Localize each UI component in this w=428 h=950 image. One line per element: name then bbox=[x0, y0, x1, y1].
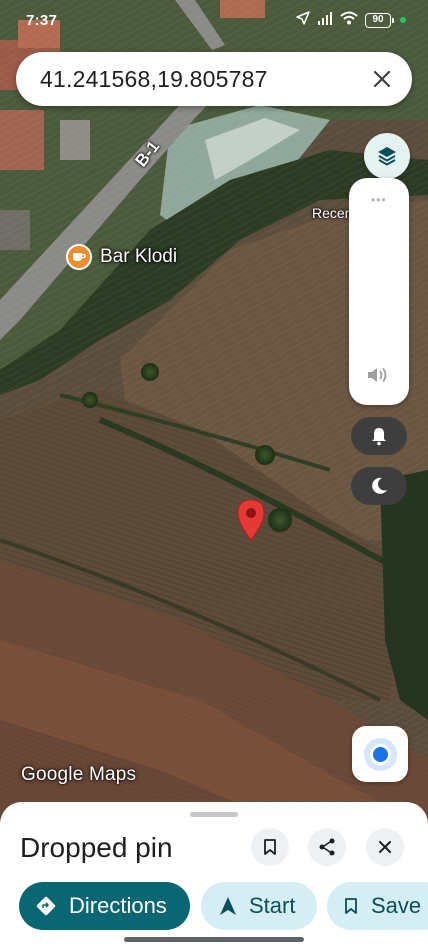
search-bar[interactable]: 41.241568,19.805787 bbox=[16, 52, 412, 106]
location-arrow-icon bbox=[296, 11, 310, 29]
ringer-button[interactable] bbox=[351, 417, 407, 455]
layers-icon bbox=[378, 147, 396, 166]
dropped-pin-marker[interactable] bbox=[236, 498, 266, 547]
save-label: Save bbox=[371, 893, 422, 918]
my-location-button[interactable] bbox=[352, 726, 408, 782]
logo-google-text: Google bbox=[21, 764, 84, 785]
volume-slider[interactable]: ••• bbox=[349, 178, 409, 405]
location-dot-icon bbox=[369, 743, 391, 765]
directions-label: Directions bbox=[69, 893, 167, 918]
bookmark-icon bbox=[264, 839, 276, 855]
navigation-arrow-icon bbox=[219, 896, 237, 916]
layers-button[interactable] bbox=[364, 133, 410, 179]
poi-label: Bar Klodi bbox=[100, 246, 178, 267]
close-icon bbox=[379, 841, 391, 853]
share-icon bbox=[319, 838, 335, 856]
screen: 7:37 90 41.241568,19.805787 B-1 Bar Klod… bbox=[0, 0, 428, 950]
bookmark-icon bbox=[343, 897, 359, 915]
speaker-icon bbox=[366, 365, 390, 390]
directions-icon bbox=[35, 895, 57, 917]
cafe-icon bbox=[66, 244, 92, 270]
do-not-disturb-button[interactable] bbox=[351, 467, 407, 505]
search-input[interactable]: 41.241568,19.805787 bbox=[40, 66, 360, 93]
battery-icon: 90 bbox=[365, 12, 394, 28]
close-icon bbox=[373, 70, 391, 88]
start-button[interactable]: Start bbox=[201, 882, 317, 930]
volume-menu-handle[interactable]: ••• bbox=[371, 193, 387, 207]
directions-button[interactable]: Directions bbox=[19, 882, 190, 930]
status-bar: 7:37 90 bbox=[0, 0, 428, 44]
clear-search-button[interactable] bbox=[360, 57, 404, 101]
save-button[interactable]: Save bbox=[327, 882, 428, 930]
signal-icon bbox=[317, 11, 333, 29]
logo-maps-text: Maps bbox=[88, 764, 137, 785]
save-icon-button[interactable] bbox=[251, 828, 289, 866]
google-maps-logo: Google Maps bbox=[21, 764, 136, 786]
moon-icon bbox=[372, 477, 387, 494]
sheet-drag-handle[interactable] bbox=[190, 812, 238, 817]
charging-dot-icon bbox=[400, 17, 406, 23]
sheet-title: Dropped pin bbox=[20, 832, 173, 863]
gesture-nav-bar[interactable] bbox=[124, 937, 304, 942]
close-sheet-button[interactable] bbox=[366, 828, 404, 866]
map-pin-icon bbox=[237, 499, 265, 541]
wifi-icon bbox=[340, 11, 358, 29]
bell-icon bbox=[372, 428, 386, 446]
start-label: Start bbox=[249, 893, 296, 918]
share-button[interactable] bbox=[308, 828, 346, 866]
place-bottom-sheet[interactable]: Dropped pin Directions Start Save bbox=[0, 802, 428, 950]
status-time: 7:37 bbox=[26, 12, 58, 29]
poi-bar-klodi[interactable]: Bar Klodi bbox=[66, 244, 177, 270]
status-icons: 90 bbox=[296, 11, 406, 29]
